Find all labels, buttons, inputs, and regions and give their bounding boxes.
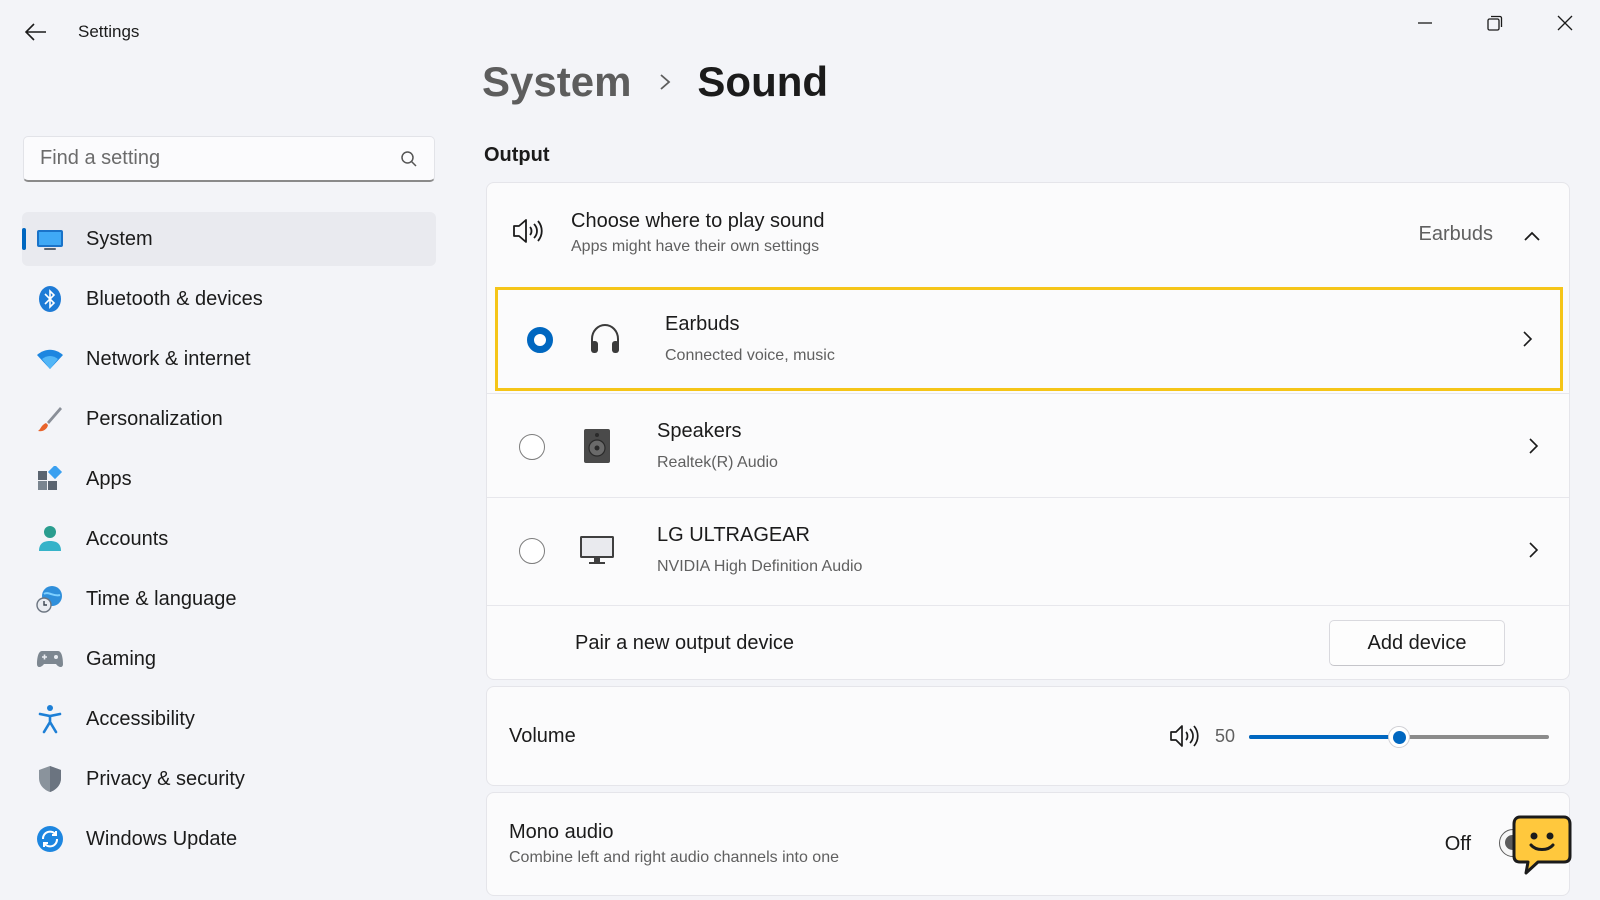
sidebar-item-label: Accessibility [86,707,195,730]
breadcrumb-parent[interactable]: System [482,58,631,106]
sidebar-item-gaming[interactable]: Gaming [22,632,436,686]
globe-clock-icon [36,585,64,613]
sidebar-item-accounts[interactable]: Accounts [22,512,436,566]
headphones-icon [587,321,623,357]
restore-button[interactable] [1460,0,1530,46]
output-selector-subtitle: Apps might have their own settings [571,238,820,255]
add-device-button[interactable]: Add device [1329,620,1505,666]
pair-device-row: Pair a new output device Add device [487,605,1569,681]
sidebar-item-privacy-security[interactable]: Privacy & security [22,752,436,806]
sidebar-item-label: Gaming [86,647,157,670]
device-description: Connected voice, music [665,347,835,364]
sidebar-item-time-language[interactable]: Time & language [22,572,436,626]
mono-audio-card: Mono audio Combine left and right audio … [486,792,1570,896]
volume-icon[interactable] [1169,723,1199,754]
sidebar-item-label: Apps [86,467,132,490]
sidebar-nav: System Bluetooth & devices Network & int… [22,212,436,872]
brush-icon [36,405,64,433]
output-selector-title: Choose where to play sound [571,210,825,232]
sidebar-item-label: Network & internet [86,347,251,370]
device-name: Speakers [657,420,742,442]
sidebar-item-label: System [86,227,153,250]
close-icon [1557,15,1573,31]
sidebar-item-label: Personalization [86,407,223,430]
smiley-chat-icon [1512,814,1572,876]
radio-speakers[interactable] [519,434,545,460]
sidebar-item-windows-update[interactable]: Windows Update [22,812,436,866]
breadcrumb-chevron-icon [659,73,671,91]
app-title: Settings [78,22,140,41]
chevron-right-icon [1519,432,1547,460]
sidebar-item-label: Accounts [86,527,169,550]
page-title: Sound [697,58,829,105]
search-icon [401,150,417,167]
volume-slider-thumb[interactable] [1388,726,1410,748]
output-device-selector[interactable]: Choose where to play sound Apps might ha… [487,183,1569,285]
person-icon [36,525,64,553]
speaker-icon [511,217,543,250]
apps-icon [36,465,64,493]
chevron-right-icon [1513,325,1541,353]
pair-device-label: Pair a new output device [575,632,795,654]
chevron-right-icon [1519,536,1547,564]
sidebar-item-label: Time & language [86,587,237,610]
device-name: Earbuds [665,313,740,335]
system-icon [36,225,64,253]
device-row-lg-ultragear[interactable]: LG ULTRAGEAR NVIDIA High Definition Audi… [487,497,1569,601]
volume-label: Volume [509,725,576,747]
sidebar-item-personalization[interactable]: Personalization [22,392,436,446]
device-row-speakers[interactable]: Speakers Realtek(R) Audio [487,393,1569,497]
sidebar-item-apps[interactable]: Apps [22,452,436,506]
title-bar: Settings [0,0,1600,60]
volume-value: 50 [1215,726,1236,746]
device-description: Realtek(R) Audio [657,454,778,471]
sidebar-item-bluetooth-devices[interactable]: Bluetooth & devices [22,272,436,326]
update-icon [36,825,64,853]
sidebar-item-label: Bluetooth & devices [86,287,263,310]
sidebar-item-system[interactable]: System [22,212,436,266]
search-input[interactable] [40,147,400,170]
volume-slider[interactable] [1249,726,1549,748]
volume-card: Volume 50 [486,686,1570,786]
mono-audio-title: Mono audio [509,821,614,843]
close-button[interactable] [1530,0,1600,46]
device-description: NVIDIA High Definition Audio [657,558,863,575]
speaker-box-icon [579,428,615,464]
chevron-up-icon[interactable] [1517,221,1547,251]
device-name: LG ULTRAGEAR [657,524,810,546]
minimize-icon [1418,22,1432,24]
sidebar-item-label: Privacy & security [86,767,245,790]
bluetooth-icon [36,285,64,313]
back-button[interactable] [22,18,50,46]
output-selected-value: Earbuds [1418,223,1494,245]
sidebar-item-network-internet[interactable]: Network & internet [22,332,436,386]
breadcrumb: System Sound [482,58,828,106]
window-controls [1390,0,1600,46]
shield-icon [36,765,64,793]
mono-audio-subtitle: Combine left and right audio channels in… [509,849,839,866]
device-row-earbuds[interactable]: Earbuds Connected voice, music [495,287,1563,391]
sidebar-item-label: Windows Update [86,827,238,850]
controller-icon [36,645,64,673]
radio-lg-ultragear[interactable] [519,538,545,564]
volume-slider-fill [1249,735,1399,739]
wifi-icon [36,345,64,373]
back-arrow-icon [25,23,46,41]
section-title-output: Output [484,144,550,166]
monitor-icon [579,532,615,568]
mono-audio-state: Off [1444,833,1471,855]
search-box[interactable] [23,136,435,182]
minimize-button[interactable] [1390,0,1460,46]
output-card: Choose where to play sound Apps might ha… [486,182,1570,680]
accessibility-icon [36,705,64,734]
restore-icon [1487,15,1503,31]
radio-earbuds[interactable] [527,327,553,353]
sidebar-item-accessibility[interactable]: Accessibility [22,692,436,746]
